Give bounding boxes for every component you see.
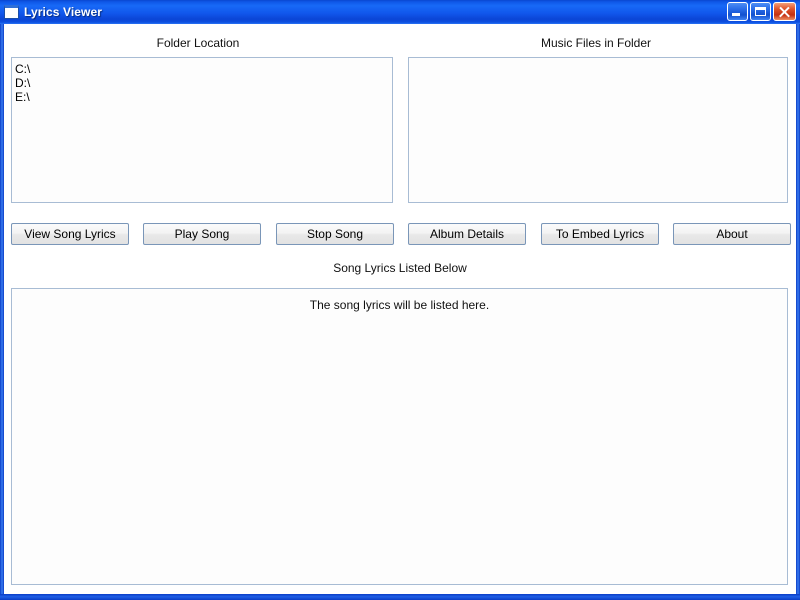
window-title: Lyrics Viewer [24, 5, 102, 19]
list-item[interactable]: E:\ [12, 90, 392, 104]
folder-location-listbox[interactable]: C:\ D:\ E:\ [11, 57, 393, 203]
music-files-listbox[interactable] [408, 57, 788, 203]
list-item[interactable]: C:\ [12, 62, 392, 76]
album-details-button[interactable]: Album Details [408, 223, 526, 245]
window-border-bottom [0, 594, 800, 600]
minimize-icon [732, 13, 740, 16]
view-song-lyrics-button[interactable]: View Song Lyrics [11, 223, 129, 245]
close-button[interactable] [773, 2, 796, 21]
title-bar[interactable]: Lyrics Viewer [0, 0, 800, 24]
song-lyrics-panel[interactable]: The song lyrics will be listed here. [11, 288, 788, 585]
application-window: Lyrics Viewer Folder Location C:\ D:\ E:… [0, 0, 800, 600]
music-files-list [409, 58, 787, 62]
about-button[interactable]: About [673, 223, 791, 245]
folder-location-label: Folder Location [4, 36, 392, 50]
play-song-button[interactable]: Play Song [143, 223, 261, 245]
song-lyrics-label: Song Lyrics Listed Below [4, 261, 796, 275]
client-area: Folder Location C:\ D:\ E:\ Music Files … [4, 24, 796, 594]
list-item[interactable]: D:\ [12, 76, 392, 90]
window-border-right [796, 24, 800, 594]
folder-location-list: C:\ D:\ E:\ [12, 58, 392, 104]
song-lyrics-placeholder-text: The song lyrics will be listed here. [12, 298, 787, 312]
window-icon [4, 5, 19, 19]
minimize-button[interactable] [727, 2, 748, 21]
stop-song-button[interactable]: Stop Song [276, 223, 394, 245]
maximize-icon [755, 7, 766, 16]
caption-button-group [727, 2, 796, 21]
music-files-label: Music Files in Folder [400, 36, 792, 50]
to-embed-lyrics-button[interactable]: To Embed Lyrics [541, 223, 659, 245]
maximize-button[interactable] [750, 2, 771, 21]
